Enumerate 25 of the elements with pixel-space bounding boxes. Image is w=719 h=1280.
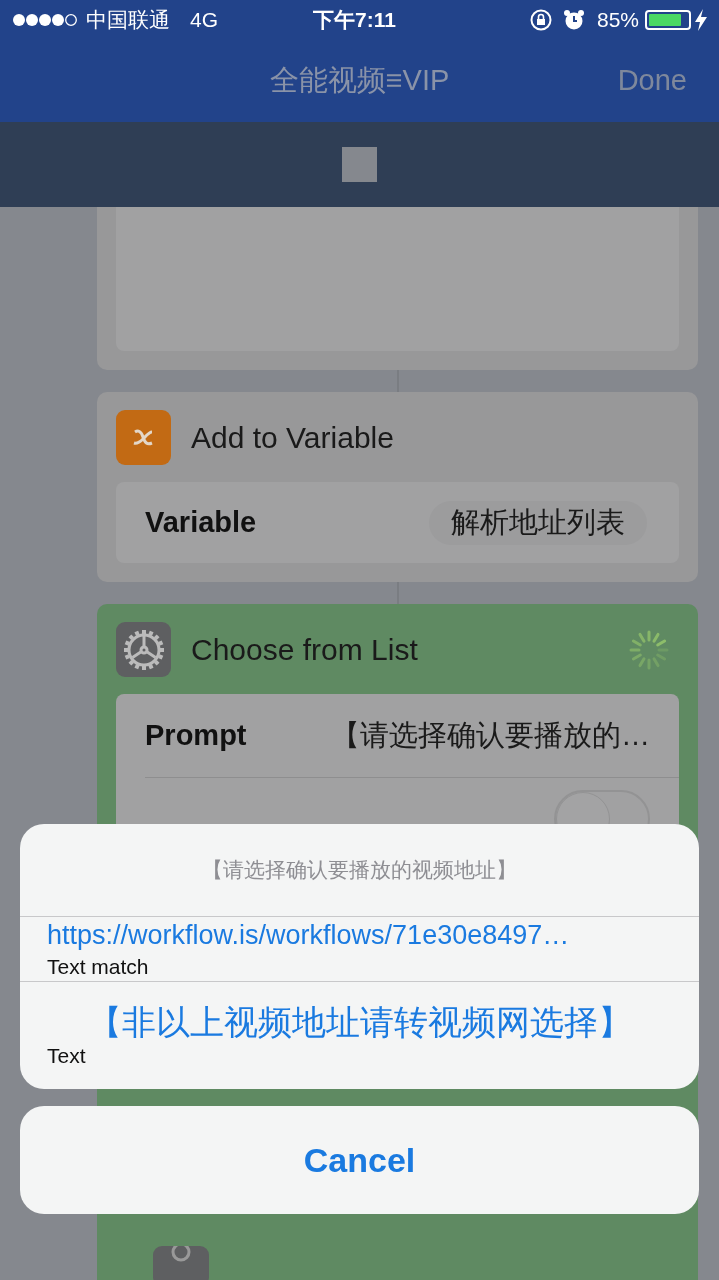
alarm-icon xyxy=(562,9,585,31)
charging-bolt-icon xyxy=(695,9,707,31)
loading-spinner-icon xyxy=(629,629,669,670)
list-option[interactable]: 【非以上视频地址请转视频网选择】 Text xyxy=(20,981,699,1089)
sheet-title: 【请选择确认要播放的视频地址】 xyxy=(202,857,517,884)
action-title: Choose from List xyxy=(191,632,418,668)
text-area[interactable] xyxy=(116,207,679,351)
parameter-label: Variable xyxy=(145,504,257,540)
battery-percent: 85% xyxy=(596,7,639,34)
network-type: 4G xyxy=(190,7,218,34)
carrier-name: 中国联通 xyxy=(86,7,170,34)
variable-icon xyxy=(116,410,171,465)
stop-button[interactable] xyxy=(342,147,377,182)
clock: 下午7:11 xyxy=(313,7,396,34)
rotation-lock-icon xyxy=(529,9,552,31)
list-option[interactable]: https://workflow.is/workflows/71e30e8497… Text match xyxy=(20,917,699,981)
cancel-button[interactable]: Cancel xyxy=(20,1106,699,1214)
workflow-title: 全能视频≡VIP xyxy=(269,63,450,99)
parameter-value[interactable]: 【请选择确认要播放的… xyxy=(331,713,650,758)
signal-icon xyxy=(12,13,78,27)
variable-token[interactable]: 解析地址列表 xyxy=(429,500,647,545)
parameter-label: Prompt xyxy=(145,717,247,753)
action-title: Add to Variable xyxy=(191,420,394,456)
settings-icon xyxy=(116,622,171,677)
battery-icon xyxy=(645,10,691,30)
